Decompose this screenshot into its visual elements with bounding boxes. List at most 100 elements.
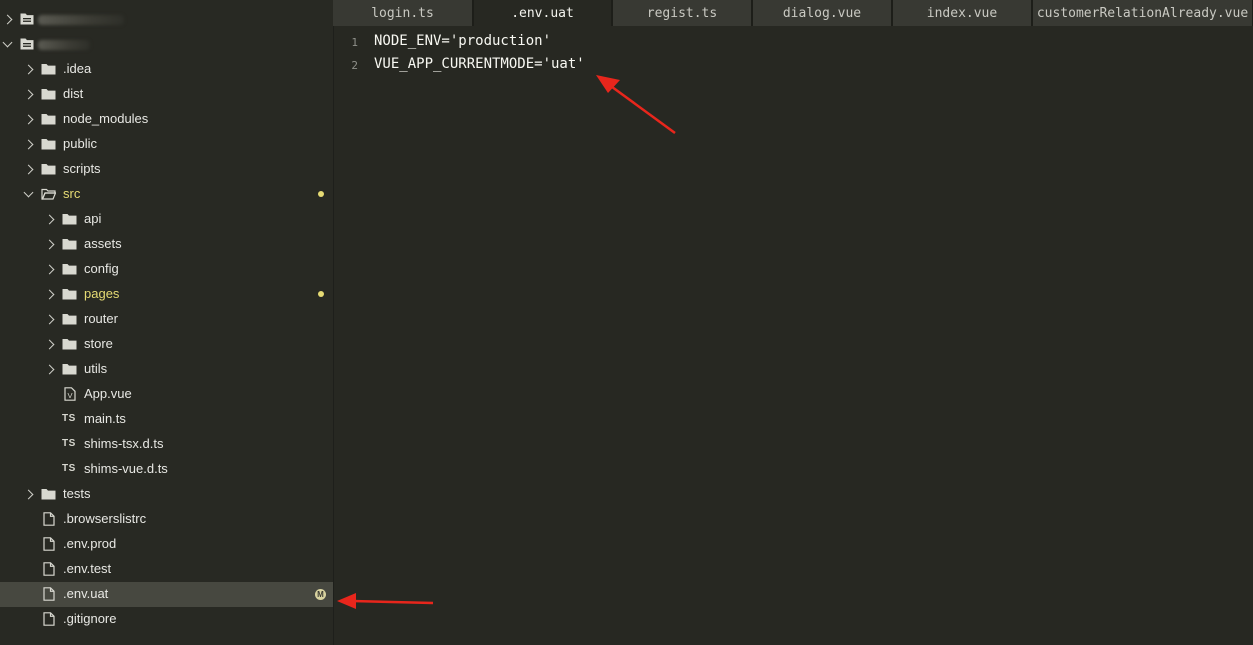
tab-dialog-vue[interactable]: dialog.vue (753, 0, 892, 26)
tree-item-app-vue[interactable]: V App.vue (0, 382, 333, 407)
tree-item-label: api (84, 211, 102, 226)
chevron-right-icon[interactable] (23, 489, 34, 500)
chevron-right-icon[interactable] (44, 289, 55, 300)
project-folder-icon (20, 38, 34, 53)
folder-icon (62, 313, 77, 328)
git-modified-badge: M (315, 589, 326, 600)
tree-item-src[interactable]: src (0, 182, 333, 207)
typescript-icon: TS (62, 413, 76, 424)
tree-item-label: main.ts (84, 411, 126, 426)
tree-item-gitignore[interactable]: .gitignore (0, 607, 333, 632)
typescript-icon: TS (62, 438, 76, 449)
folder-icon (62, 363, 77, 378)
chevron-right-icon[interactable] (44, 339, 55, 350)
code-line[interactable]: 1 NODE_ENV='production' (334, 33, 1234, 55)
tree-item-label: store (84, 336, 113, 351)
tree-item-config[interactable]: config (0, 257, 333, 282)
tree-item-label: .env.test (63, 561, 112, 576)
tree-item-label: App.vue (84, 386, 132, 401)
tree-item-label: .env.uat (63, 586, 109, 601)
folder-icon (41, 163, 56, 178)
tree-item-label: public (63, 136, 97, 151)
chevron-right-icon[interactable] (23, 139, 34, 150)
chevron-right-icon[interactable] (23, 114, 34, 125)
file-tree-sidebar: .idea dist node_modulespublic scripts src api… (0, 0, 334, 645)
tree-item-shims-vue-d-ts[interactable]: TS shims-vue.d.ts (0, 457, 333, 482)
tree-item-idea[interactable]: .idea (0, 57, 333, 82)
chevron-right-icon[interactable] (44, 314, 55, 325)
vue-file-icon: V (64, 387, 76, 404)
tree-item-dist[interactable]: dist (0, 82, 333, 107)
folder-open-icon (41, 188, 57, 203)
code-text[interactable]: NODE_ENV='production' (374, 33, 551, 49)
folder-icon (41, 113, 56, 128)
tree-item-label: .gitignore (63, 611, 117, 626)
tree-item-tests[interactable]: tests (0, 482, 333, 507)
chevron-right-icon[interactable] (23, 89, 34, 100)
tree-item-store[interactable]: store (0, 332, 333, 357)
folder-icon (62, 213, 77, 228)
tree-item-label: src (63, 186, 81, 201)
tab-login-ts[interactable]: login.ts (333, 0, 473, 26)
chevron-right-icon[interactable] (44, 214, 55, 225)
tab-regist-ts[interactable]: regist.ts (613, 0, 752, 26)
chevron-right-icon[interactable] (44, 239, 55, 250)
line-number: 2 (351, 59, 358, 72)
tree-item-node-modules[interactable]: node_modules (0, 107, 333, 132)
tree-item-label: .idea (63, 61, 92, 76)
tree-item-public[interactable]: public (0, 132, 333, 157)
tree-item-pages[interactable]: pages (0, 282, 333, 307)
file-icon (43, 587, 55, 604)
tree-item-label: utils (84, 361, 108, 376)
folder-icon (41, 138, 56, 153)
tree-item-main-ts[interactable]: TS main.ts (0, 407, 333, 432)
tree-item-browserslistrc[interactable]: .browserslistrc (0, 507, 333, 532)
tree-item-api[interactable]: api (0, 207, 333, 232)
folder-icon (62, 288, 77, 303)
tree-item-label: .env.prod (63, 536, 117, 551)
code-text[interactable]: VUE_APP_CURRENTMODE='uat' (374, 56, 585, 72)
tab-bar: login.ts .env.uat regist.ts dialog.vue index… (333, 0, 1253, 26)
redacted-project-name (38, 40, 90, 50)
typescript-icon: TS (62, 463, 76, 474)
tree-item-label: assets (84, 236, 122, 251)
redacted-project-name (38, 15, 124, 25)
tree-item-scripts[interactable]: scripts (0, 157, 333, 182)
tab-customerrelationalready-vue[interactable]: customerRelationAlready.vue (1033, 0, 1253, 26)
chevron-down-icon[interactable] (23, 187, 34, 198)
tree-item-env-uat[interactable]: .env.uat M (0, 582, 333, 607)
folder-icon (62, 238, 77, 253)
tree-item-router[interactable]: router (0, 307, 333, 332)
chevron-right-icon[interactable] (23, 164, 34, 175)
code-line[interactable]: 2 VUE_APP_CURRENTMODE='uat' (334, 56, 1234, 78)
svg-text:V: V (67, 391, 72, 400)
tree-item-label: scripts (63, 161, 101, 176)
file-icon (43, 612, 55, 629)
tree-item-project-1[interactable] (0, 32, 333, 57)
tree-item-project-0[interactable] (0, 7, 333, 32)
tree-item-label: shims-tsx.d.ts (84, 436, 164, 451)
chevron-right-icon[interactable] (44, 364, 55, 375)
tree-item-utils[interactable]: utils (0, 357, 333, 382)
chevron-right-icon[interactable] (2, 14, 13, 25)
tree-item-env-prod[interactable]: .env.prod (0, 532, 333, 557)
folder-icon (62, 263, 77, 278)
tab-index-vue[interactable]: index.vue (893, 0, 1032, 26)
tree-item-shims-tsx-d-ts[interactable]: TS shims-tsx.d.ts (0, 432, 333, 457)
tree-item-label: router (84, 311, 118, 326)
project-folder-icon (20, 13, 34, 28)
tree-item-assets[interactable]: assets (0, 232, 333, 257)
chevron-right-icon[interactable] (44, 264, 55, 275)
file-icon (43, 562, 55, 579)
tab-env-uat[interactable]: .env.uat (474, 0, 612, 26)
tree-item-label: .browserslistrc (63, 511, 147, 526)
chevron-right-icon[interactable] (23, 64, 34, 75)
chevron-down-icon[interactable] (2, 37, 13, 48)
modified-dot-icon (318, 291, 324, 297)
code-editor[interactable]: 1 NODE_ENV='production' 2 VUE_APP_CURRENTMO… (334, 26, 1253, 645)
tree-item-label: shims-vue.d.ts (84, 461, 168, 476)
modified-dot-icon (318, 191, 324, 197)
tree-item-env-test[interactable]: .env.test (0, 557, 333, 582)
tree-item-label: dist (63, 86, 84, 101)
folder-icon (41, 63, 56, 78)
